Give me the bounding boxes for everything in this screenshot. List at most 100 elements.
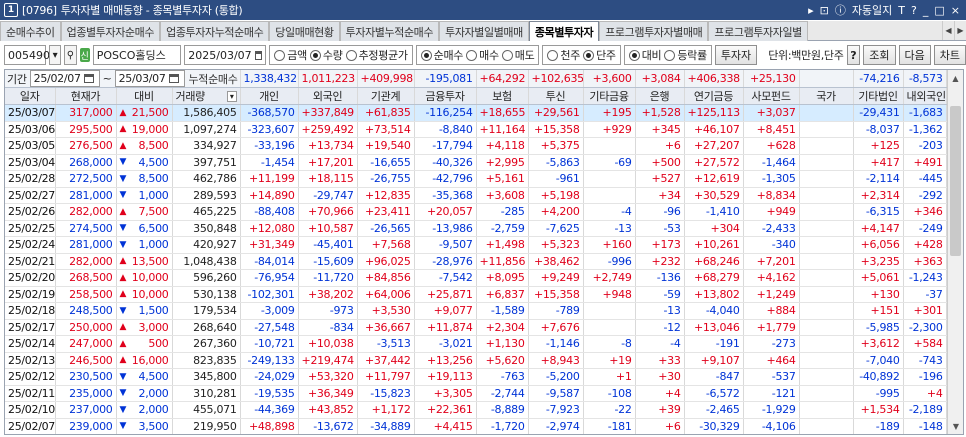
chart-button[interactable]: 차트 — [933, 45, 966, 65]
help-button[interactable]: ? — [846, 45, 861, 65]
col-institution[interactable]: 기관계 — [357, 87, 415, 105]
table-row[interactable]: 25/03/04 268,000 ▼ 4,500 397,751 -1,454 +17,20… — [5, 154, 947, 171]
col-nation[interactable]: 국가 — [799, 87, 854, 105]
period-to-input[interactable]: 25/03/07 — [114, 70, 185, 87]
cell-other-fin: -22 — [583, 401, 636, 419]
radio-change[interactable]: 대비 — [628, 47, 662, 63]
investor-button[interactable]: 투자자 — [714, 45, 758, 65]
cell-price: 268,000 — [55, 154, 117, 171]
col-change[interactable]: 대비 — [116, 87, 173, 105]
search-icon[interactable]: ⚲ — [64, 45, 77, 65]
auto-journal-label[interactable]: 자동일지 — [852, 2, 892, 18]
table-row[interactable]: 25/02/20 268,500 ▲ 10,000 596,260 -76,954 -11,… — [5, 269, 947, 287]
table-row[interactable]: 25/02/18 248,500 ▼ 1,500 179,534 -3,009 -973 +3… — [5, 302, 947, 320]
radio-avg-price[interactable]: 추정평균가 — [345, 47, 408, 63]
table-row[interactable]: 25/02/13 246,500 ▲ 16,000 823,835 -249,133 +21… — [5, 352, 947, 369]
tab-prev-icon[interactable]: ◀ — [942, 21, 954, 40]
query-button[interactable]: 조회 — [863, 45, 896, 65]
volume-sort-dropdown-icon[interactable]: ▾ — [226, 90, 237, 102]
calendar-icon[interactable] — [168, 74, 179, 83]
maximize-icon[interactable]: □ — [934, 4, 944, 17]
col-fin-invest[interactable]: 금융투자 — [414, 87, 477, 105]
cell-other-fin — [583, 187, 636, 204]
table-row[interactable]: 25/02/24 281,000 ▼ 1,000 420,927 +31,349 -45,4… — [5, 236, 947, 254]
data-grid[interactable]: 기간 25/02/07 ~ 25/03/07 누적순매수 1,338,432 1… — [4, 69, 964, 435]
col-trust[interactable]: 투신 — [528, 87, 584, 105]
radio-buy[interactable]: 매수 — [466, 47, 499, 63]
tab-stock-investor[interactable]: 종목별투자자 — [528, 21, 600, 41]
table-row[interactable]: 25/02/21 282,000 ▲ 13,500 1,048,438 -84,014 -1… — [5, 253, 947, 270]
table-row[interactable]: 25/02/12 230,500 ▼ 4,500 345,800 -24,029 +53,3… — [5, 368, 947, 386]
cell-private-fund: -4,106 — [743, 418, 800, 434]
date-input[interactable]: 2025/03/07 — [184, 45, 267, 65]
table-row[interactable]: 25/02/07 239,000 ▼ 3,500 219,950 +48,898 -13,6… — [5, 418, 947, 434]
tab-program-daily[interactable]: 프로그램투자자일별 — [708, 21, 808, 41]
cell-private-fund: +8,834 — [743, 187, 800, 204]
minimize-icon[interactable]: _ — [923, 4, 929, 17]
font-size-icon[interactable]: T — [898, 4, 905, 17]
cell-date: 25/02/13 — [5, 352, 56, 369]
table-row[interactable]: 25/02/26 282,000 ▲ 7,500 465,225 -88,408 +70,9… — [5, 203, 947, 221]
help-icon[interactable]: ? — [911, 4, 917, 17]
expand-icon[interactable]: ▸ — [808, 4, 814, 17]
stock-code-dropdown-icon[interactable]: ▾ — [49, 45, 62, 65]
calendar-icon[interactable] — [83, 74, 94, 83]
table-row[interactable]: 25/02/10 237,000 ▼ 2,000 455,071 -44,369 +43,8… — [5, 401, 947, 419]
radio-thousand-shares[interactable]: 천주 — [547, 47, 580, 63]
table-row[interactable]: 25/02/11 235,000 ▼ 2,000 310,281 -19,535 +36,3… — [5, 385, 947, 402]
radio-change-rate[interactable]: 등락률 — [664, 47, 707, 63]
col-individual[interactable]: 개인 — [240, 87, 299, 105]
stock-code-input[interactable]: 005490 — [4, 45, 50, 65]
col-foreign[interactable]: 외국인 — [298, 87, 358, 105]
table-row[interactable]: 25/02/19 258,500 ▲ 10,000 530,138 -102,301 +38… — [5, 286, 947, 303]
cell-date: 25/02/17 — [5, 319, 56, 336]
table-row[interactable]: 25/02/25 274,500 ▼ 6,500 350,848 +12,080 +10,5… — [5, 220, 947, 237]
scroll-down-icon[interactable]: ▼ — [948, 418, 963, 434]
screen-icon[interactable]: ⊡ — [820, 4, 829, 17]
stock-name-field[interactable]: POSCO홀딩스 — [92, 45, 182, 65]
radio-net-buy[interactable]: 순매수 — [420, 47, 463, 63]
tab-investor-daily[interactable]: 투자자별일별매매 — [439, 21, 529, 41]
table-row[interactable]: 25/03/06 295,500 ▲ 19,000 1,097,274 -323,607 +… — [5, 121, 947, 138]
next-button[interactable]: 다음 — [898, 45, 931, 65]
table-row[interactable]: 25/03/05 276,500 ▲ 8,500 334,927 -33,196 +13,7… — [5, 137, 947, 155]
table-row[interactable]: 25/02/27 281,000 ▼ 1,000 289,593 +14,890 -29,7… — [5, 187, 947, 204]
vertical-scrollbar[interactable]: ▲ ▼ — [947, 70, 963, 434]
cell-trust: -5,863 — [528, 154, 584, 171]
col-other-corp[interactable]: 기타법인 — [853, 87, 904, 105]
col-bank[interactable]: 은행 — [635, 87, 685, 105]
col-insurance[interactable]: 보험 — [476, 87, 529, 105]
col-pension[interactable]: 연기금등 — [684, 87, 744, 105]
cell-change: ▼ 2,000 — [116, 401, 173, 419]
table-row[interactable]: 25/02/28 272,500 ▼ 8,500 462,786 +11,199 +18,1… — [5, 170, 947, 188]
radio-amount[interactable]: 금액 — [274, 47, 307, 63]
tab-sector-investor-net[interactable]: 업종별투자자순매수 — [60, 21, 161, 41]
col-volume[interactable]: 거래량 ▾ — [172, 87, 241, 105]
table-row[interactable]: 25/02/14 247,000 ▲ 500 267,360 -10,721 +10,038… — [5, 335, 947, 353]
tab-net-buy-trend[interactable]: 순매수추이 — [0, 21, 61, 41]
scroll-thumb[interactable] — [950, 106, 961, 256]
tab-sector-investor-cum[interactable]: 업종투자자누적순매수 — [160, 21, 270, 41]
radio-sell[interactable]: 매도 — [501, 47, 535, 63]
calendar-icon[interactable] — [254, 50, 263, 60]
scroll-up-icon[interactable]: ▲ — [948, 70, 963, 86]
col-date[interactable]: 일자 — [5, 87, 56, 105]
tab-investor-cum-net[interactable]: 투자자별누적순매수 — [339, 21, 440, 41]
table-row[interactable]: 25/02/17 250,000 ▲ 3,000 268,640 -27,548 -834 +… — [5, 319, 947, 336]
col-price[interactable]: 현재가 — [55, 87, 117, 105]
info-icon[interactable]: ⓘ — [835, 2, 846, 18]
radio-quantity[interactable]: 수량 — [309, 47, 343, 63]
col-domestic-foreign[interactable]: 내외국인 — [903, 87, 947, 105]
cell-price: 317,000 — [55, 104, 117, 122]
col-private-fund[interactable]: 사모펀드 — [743, 87, 800, 105]
tab-program-investor[interactable]: 프로그램투자자별매매 — [599, 21, 709, 41]
cell-trust: +5,375 — [528, 137, 584, 155]
period-from-input[interactable]: 25/02/07 — [29, 70, 100, 87]
table-row[interactable]: 25/03/07 317,000 ▲ 21,500 1,586,405 -368,570 +… — [5, 104, 947, 122]
close-icon[interactable]: × — [951, 4, 960, 17]
cell-institution: +19,540 — [357, 137, 415, 155]
col-other-fin[interactable]: 기타금융 — [583, 87, 636, 105]
radio-single-shares[interactable]: 단주 — [583, 47, 616, 63]
tab-today-trading[interactable]: 당일매매현황 — [269, 21, 340, 41]
tab-next-icon[interactable]: ▶ — [954, 21, 966, 40]
